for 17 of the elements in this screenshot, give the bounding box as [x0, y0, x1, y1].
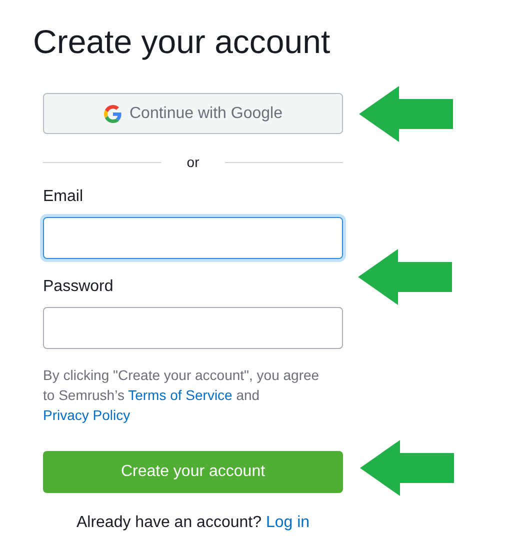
field-label: Password: [43, 277, 114, 297]
arrow-icon: [358, 249, 452, 305]
google-logo-icon: [104, 104, 122, 122]
login-link[interactable]: Log in: [266, 514, 310, 531]
consent-text: By clicking "Create your account", you agree to Semrush’s Terms of Service and Privacy Policy: [43, 366, 320, 425]
create-account-button[interactable]: Create your account: [43, 451, 343, 493]
divider-label: or: [186, 152, 200, 172]
input-field[interactable]: [43, 217, 343, 259]
terms-link[interactable]: Terms of Service: [128, 387, 232, 403]
privacy-link[interactable]: Privacy Policy: [43, 407, 130, 423]
field-label: Email: [43, 187, 84, 207]
input-field[interactable]: [43, 307, 343, 349]
page-title: Create your account: [33, 22, 332, 62]
arrow-icon: [359, 86, 453, 142]
google-button[interactable]: Continue with Google: [43, 93, 343, 134]
login-prompt: Already have an account?: [76, 514, 262, 531]
arrow-icon: [360, 440, 454, 496]
